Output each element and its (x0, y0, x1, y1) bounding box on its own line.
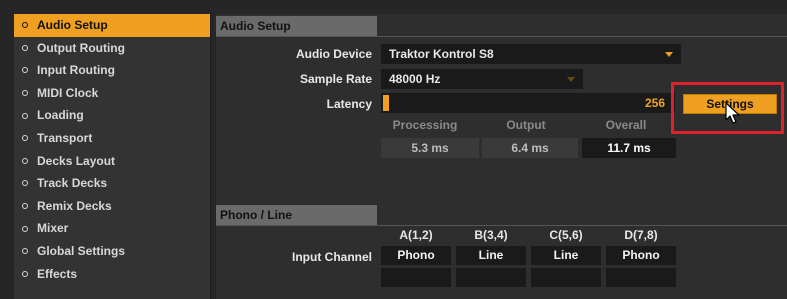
sample-rate-label: Sample Rate (299, 72, 372, 86)
sidebar-item-label: Track Decks (37, 176, 108, 191)
channel-d-secondary-field (606, 268, 676, 287)
sample-rate-value: 48000 Hz (389, 72, 441, 86)
sidebar-item-label: Loading (37, 108, 84, 123)
sidebar-item-mixer[interactable]: Mixer (14, 217, 210, 240)
bullet-icon (22, 135, 28, 142)
sidebar-item-input-routing[interactable]: Input Routing (14, 59, 210, 82)
sidebar-item-transport[interactable]: Transport (14, 127, 210, 150)
section-divider (216, 225, 787, 226)
bullet-icon (22, 270, 28, 277)
output-value: 6.4 ms (482, 138, 578, 158)
sidebar-item-output-routing[interactable]: Output Routing (14, 37, 210, 60)
sidebar-item-label: Output Routing (37, 40, 125, 55)
bullet-icon (22, 248, 28, 255)
channel-b-secondary-field (456, 268, 526, 287)
latency-slider-fill (383, 95, 389, 111)
bullet-icon (22, 157, 28, 164)
channel-b-label: B(3,4) (474, 228, 508, 242)
sidebar-item-remix-decks[interactable]: Remix Decks (14, 195, 210, 218)
channel-c-input-select[interactable]: Line (531, 246, 601, 265)
preferences-sidebar: Audio Setup Output Routing Input Routing… (14, 14, 211, 299)
sidebar-item-label: MIDI Clock (37, 85, 99, 100)
sidebar-item-label: Audio Setup (37, 18, 108, 32)
sidebar-item-midi-clock[interactable]: MIDI Clock (14, 82, 210, 105)
channel-c-secondary-field (531, 268, 601, 287)
section-header-phono-line: Phono / Line (216, 205, 377, 225)
channel-a-secondary-field (381, 268, 451, 287)
sidebar-item-effects[interactable]: Effects (14, 263, 210, 286)
latency-label: Latency (326, 97, 372, 111)
section-divider (216, 36, 787, 37)
output-label: Output (506, 118, 546, 132)
audio-device-value: Traktor Kontrol S8 (389, 47, 494, 61)
audio-device-dropdown[interactable]: Traktor Kontrol S8 (381, 44, 681, 64)
sidebar-item-label: Global Settings (37, 243, 126, 258)
sidebar-item-global-settings[interactable]: Global Settings (14, 240, 210, 263)
sidebar-item-track-decks[interactable]: Track Decks (14, 172, 210, 195)
audio-device-label: Audio Device (295, 47, 372, 61)
latency-slider[interactable] (381, 93, 581, 113)
sample-rate-dropdown[interactable]: 48000 Hz (381, 69, 583, 89)
channel-b-input-select[interactable]: Line (456, 246, 526, 265)
sidebar-item-label: Effects (37, 266, 78, 281)
dropdown-arrow-icon (665, 52, 673, 57)
sidebar-item-label: Decks Layout (37, 153, 116, 168)
sidebar-item-label: Input Routing (37, 63, 115, 78)
bullet-icon (22, 22, 28, 29)
latency-value: 256 (581, 93, 675, 113)
bullet-icon (22, 67, 28, 74)
sidebar-item-label: Mixer (37, 221, 69, 236)
bullet-icon (22, 112, 28, 119)
bullet-icon (22, 180, 28, 187)
channel-d-input-select[interactable]: Phono (606, 246, 676, 265)
preferences-window: Audio Setup Output Routing Input Routing… (0, 0, 787, 299)
channel-a-input-select[interactable]: Phono (381, 246, 451, 265)
bullet-icon (22, 90, 28, 97)
mouse-cursor-icon (725, 102, 740, 124)
channel-a-label: A(1,2) (399, 228, 433, 242)
overall-value: 11.7 ms (582, 138, 676, 158)
sidebar-item-label: Transport (37, 130, 93, 145)
sidebar-item-label: Remix Decks (37, 198, 112, 213)
channel-d-label: D(7,8) (624, 228, 658, 242)
processing-label: Processing (392, 118, 458, 132)
input-channel-label: Input Channel (292, 250, 372, 264)
bullet-icon (22, 225, 28, 232)
sidebar-item-loading[interactable]: Loading (14, 104, 210, 127)
bullet-icon (22, 203, 28, 210)
overall-label: Overall (605, 118, 647, 132)
audio-setup-panel: Audio Setup Audio Device Traktor Kontrol… (216, 14, 787, 299)
processing-value: 5.3 ms (381, 138, 479, 158)
section-header-audio-setup: Audio Setup (216, 16, 377, 36)
channel-c-label: C(5,6) (549, 228, 583, 242)
sidebar-item-audio-setup[interactable]: Audio Setup (14, 14, 210, 37)
dropdown-arrow-icon (567, 77, 575, 82)
bullet-icon (22, 44, 28, 51)
sidebar-item-decks-layout[interactable]: Decks Layout (14, 150, 210, 173)
